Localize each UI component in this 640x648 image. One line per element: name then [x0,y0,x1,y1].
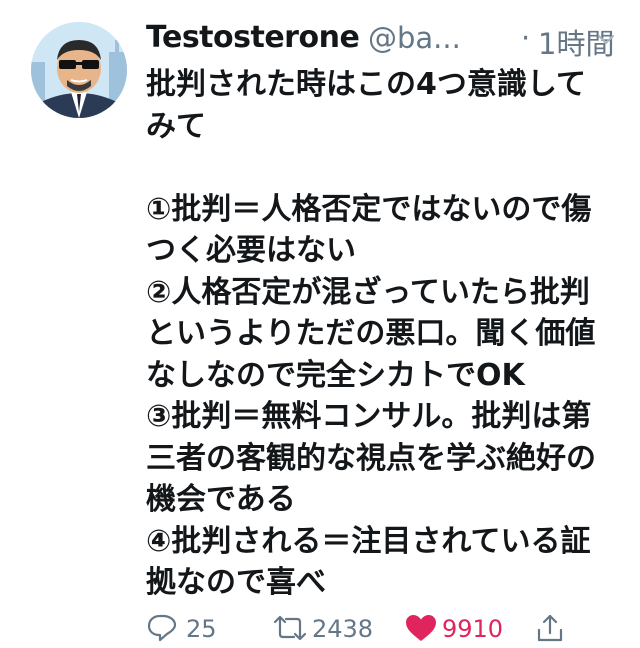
reply-count: 25 [186,615,217,643]
chevron-down-icon[interactable] [596,30,616,50]
avatar[interactable] [31,22,127,118]
separator-dot: · [521,21,531,55]
share-icon [537,614,563,642]
tweet-text: 批判された時はこの4つ意識してみて ①批判＝人格否定ではないので傷つく必要はない… [146,67,596,600]
tweet-actions: 25 2438 9910 [146,608,616,648]
retweet-icon [273,615,307,641]
retweet-button[interactable]: 2438 [272,608,392,648]
like-count: 9910 [442,615,504,643]
tweet: Testosterone @ba... · 1時間 批判された時はこの4つ意識し… [0,0,640,647]
reply-button[interactable]: 25 [146,608,226,648]
like-button[interactable]: 9910 [404,608,514,648]
heart-icon [406,615,436,641]
reply-icon [147,614,177,642]
retweet-count: 2438 [312,615,374,643]
tweet-header: Testosterone @ba... · 1時間 [146,18,616,62]
avatar-illustration [31,22,127,118]
share-button[interactable] [536,608,566,648]
user-handle[interactable]: @ba... [368,21,461,55]
display-name[interactable]: Testosterone [146,20,360,55]
